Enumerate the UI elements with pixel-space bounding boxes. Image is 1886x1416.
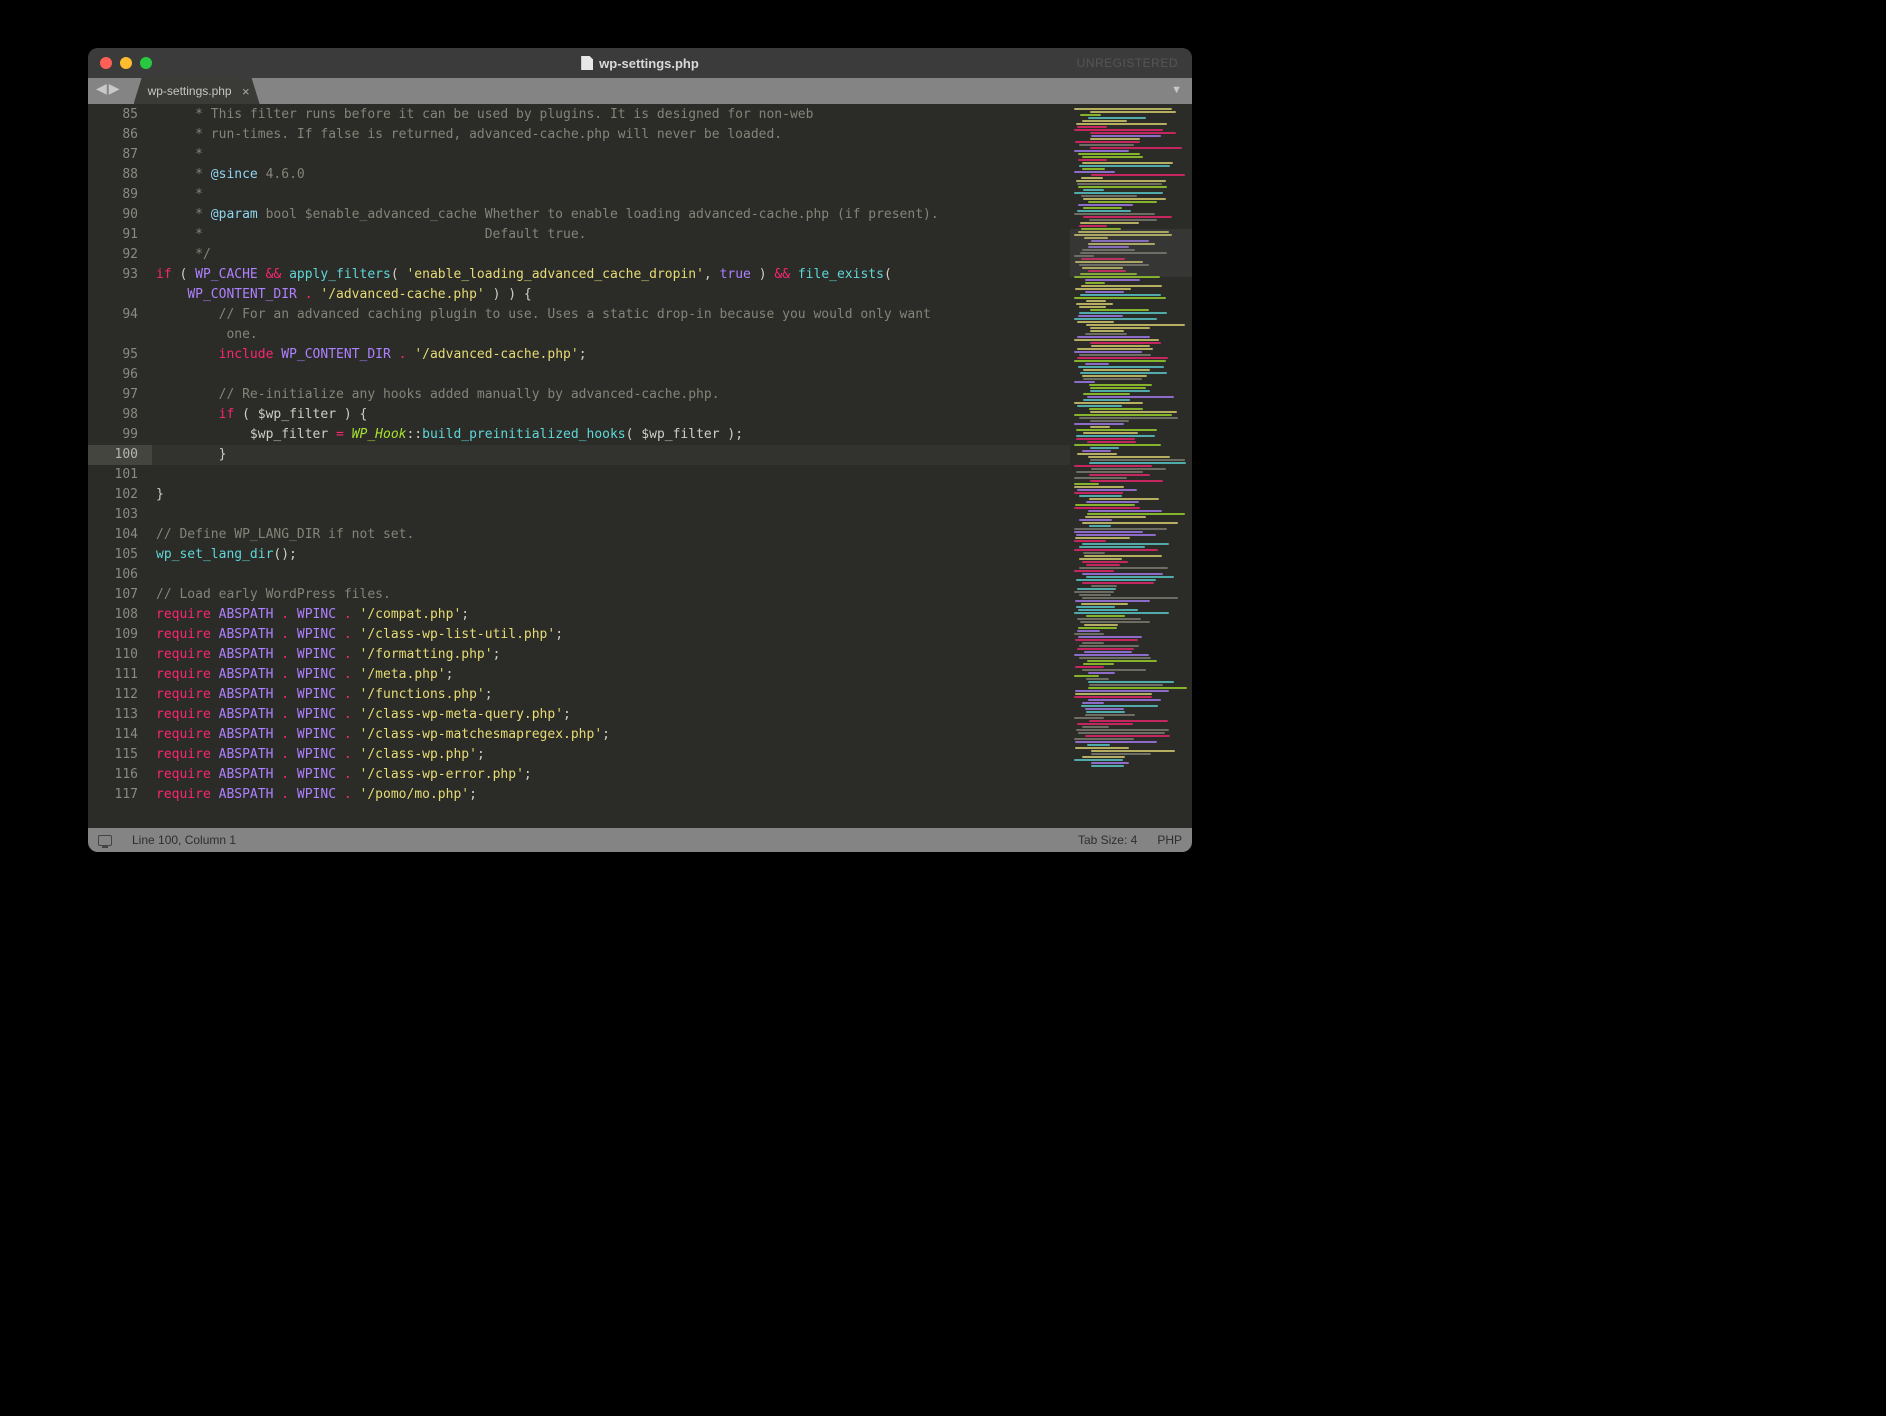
code-line <box>156 507 164 522</box>
code-line: require ABSPATH . WPINC . '/pomo/mo.php'… <box>156 787 477 802</box>
window-title: wp-settings.php <box>599 56 699 71</box>
code-line: require ABSPATH . WPINC . '/class-wp-mat… <box>156 727 610 742</box>
tabs-dropdown-icon[interactable]: ▼ <box>1171 84 1182 96</box>
code-line: require ABSPATH . WPINC . '/functions.ph… <box>156 687 493 702</box>
code-line <box>156 367 164 382</box>
code-line <box>156 807 164 822</box>
titlebar: wp-settings.php UNREGISTERED <box>88 48 1192 78</box>
code-line: if ( $wp_filter ) { <box>156 407 367 422</box>
window-controls <box>88 57 152 69</box>
code-line: require ABSPATH . WPINC . '/meta.php'; <box>156 667 453 682</box>
code-line: wp_set_lang_dir(); <box>156 547 297 562</box>
code-line: one. <box>156 327 258 342</box>
code-line: * @since 4.6.0 <box>156 167 305 182</box>
minimize-window-button[interactable] <box>120 57 132 69</box>
nav-forward-icon[interactable]: ▶ <box>109 81 120 95</box>
tab-label: wp-settings.php <box>148 84 232 98</box>
close-tab-icon[interactable]: × <box>242 84 250 99</box>
code-line: require ABSPATH . WPINC . '/class-wp-met… <box>156 707 571 722</box>
code-line: * <box>156 147 203 162</box>
code-line: */ <box>156 247 211 262</box>
maximize-window-button[interactable] <box>140 57 152 69</box>
code-line: $wp_filter = WP_Hook::build_preinitializ… <box>156 427 743 442</box>
code-line: * This filter runs before it can be used… <box>156 107 813 122</box>
code-line: include WP_CONTENT_DIR . '/advanced-cach… <box>156 347 587 362</box>
status-cursor-position[interactable]: Line 100, Column 1 <box>122 833 246 847</box>
close-window-button[interactable] <box>100 57 112 69</box>
code-line: * Default true. <box>156 227 586 242</box>
console-icon[interactable] <box>98 835 112 846</box>
minimap-viewport[interactable] <box>1070 229 1192 277</box>
code-line: * @param bool $enable_advanced_cache Whe… <box>156 207 939 222</box>
tab-bar: ◀ ▶ wp-settings.php × ▼ <box>88 78 1192 104</box>
code-line: require ABSPATH . WPINC . '/compat.php'; <box>156 607 469 622</box>
file-icon <box>581 56 593 70</box>
minimap[interactable] <box>1070 104 1192 828</box>
code-line: * <box>156 187 203 202</box>
code-line: } <box>152 445 1070 465</box>
line-number-gutter[interactable]: 858687888990919293 94 959697989910010110… <box>88 104 152 828</box>
code-line: // Re-initialize any hooks added manuall… <box>156 387 720 402</box>
unregistered-label: UNREGISTERED <box>1077 56 1178 70</box>
code-line: require ABSPATH . WPINC . '/formatting.p… <box>156 647 500 662</box>
nav-back-icon[interactable]: ◀ <box>96 81 107 95</box>
code-line: if ( WP_CACHE && apply_filters( 'enable_… <box>156 267 900 282</box>
status-bar: Line 100, Column 1 Tab Size: 4 PHP <box>88 828 1192 852</box>
code-line: require ABSPATH . WPINC . '/class-wp.php… <box>156 747 485 762</box>
tab-wp-settings[interactable]: wp-settings.php × <box>134 78 260 104</box>
status-tab-size[interactable]: Tab Size: 4 <box>1068 833 1147 847</box>
code-editor[interactable]: * This filter runs before it can be used… <box>152 104 1070 828</box>
code-line: WP_CONTENT_DIR . '/advanced-cache.php' )… <box>156 287 532 302</box>
code-line: // Load early WordPress files. <box>156 587 391 602</box>
code-line: require ABSPATH . WPINC . '/class-wp-err… <box>156 767 532 782</box>
code-line: // Define WP_LANG_DIR if not set. <box>156 527 414 542</box>
code-line: require ABSPATH . WPINC . '/class-wp-lis… <box>156 627 563 642</box>
code-line: } <box>156 487 164 502</box>
code-line: * run-times. If false is returned, advan… <box>156 127 782 142</box>
code-line <box>156 567 164 582</box>
editor-window: wp-settings.php UNREGISTERED ◀ ▶ wp-sett… <box>88 48 1192 852</box>
code-line: // For an advanced caching plugin to use… <box>156 307 931 322</box>
status-language[interactable]: PHP <box>1147 833 1192 847</box>
